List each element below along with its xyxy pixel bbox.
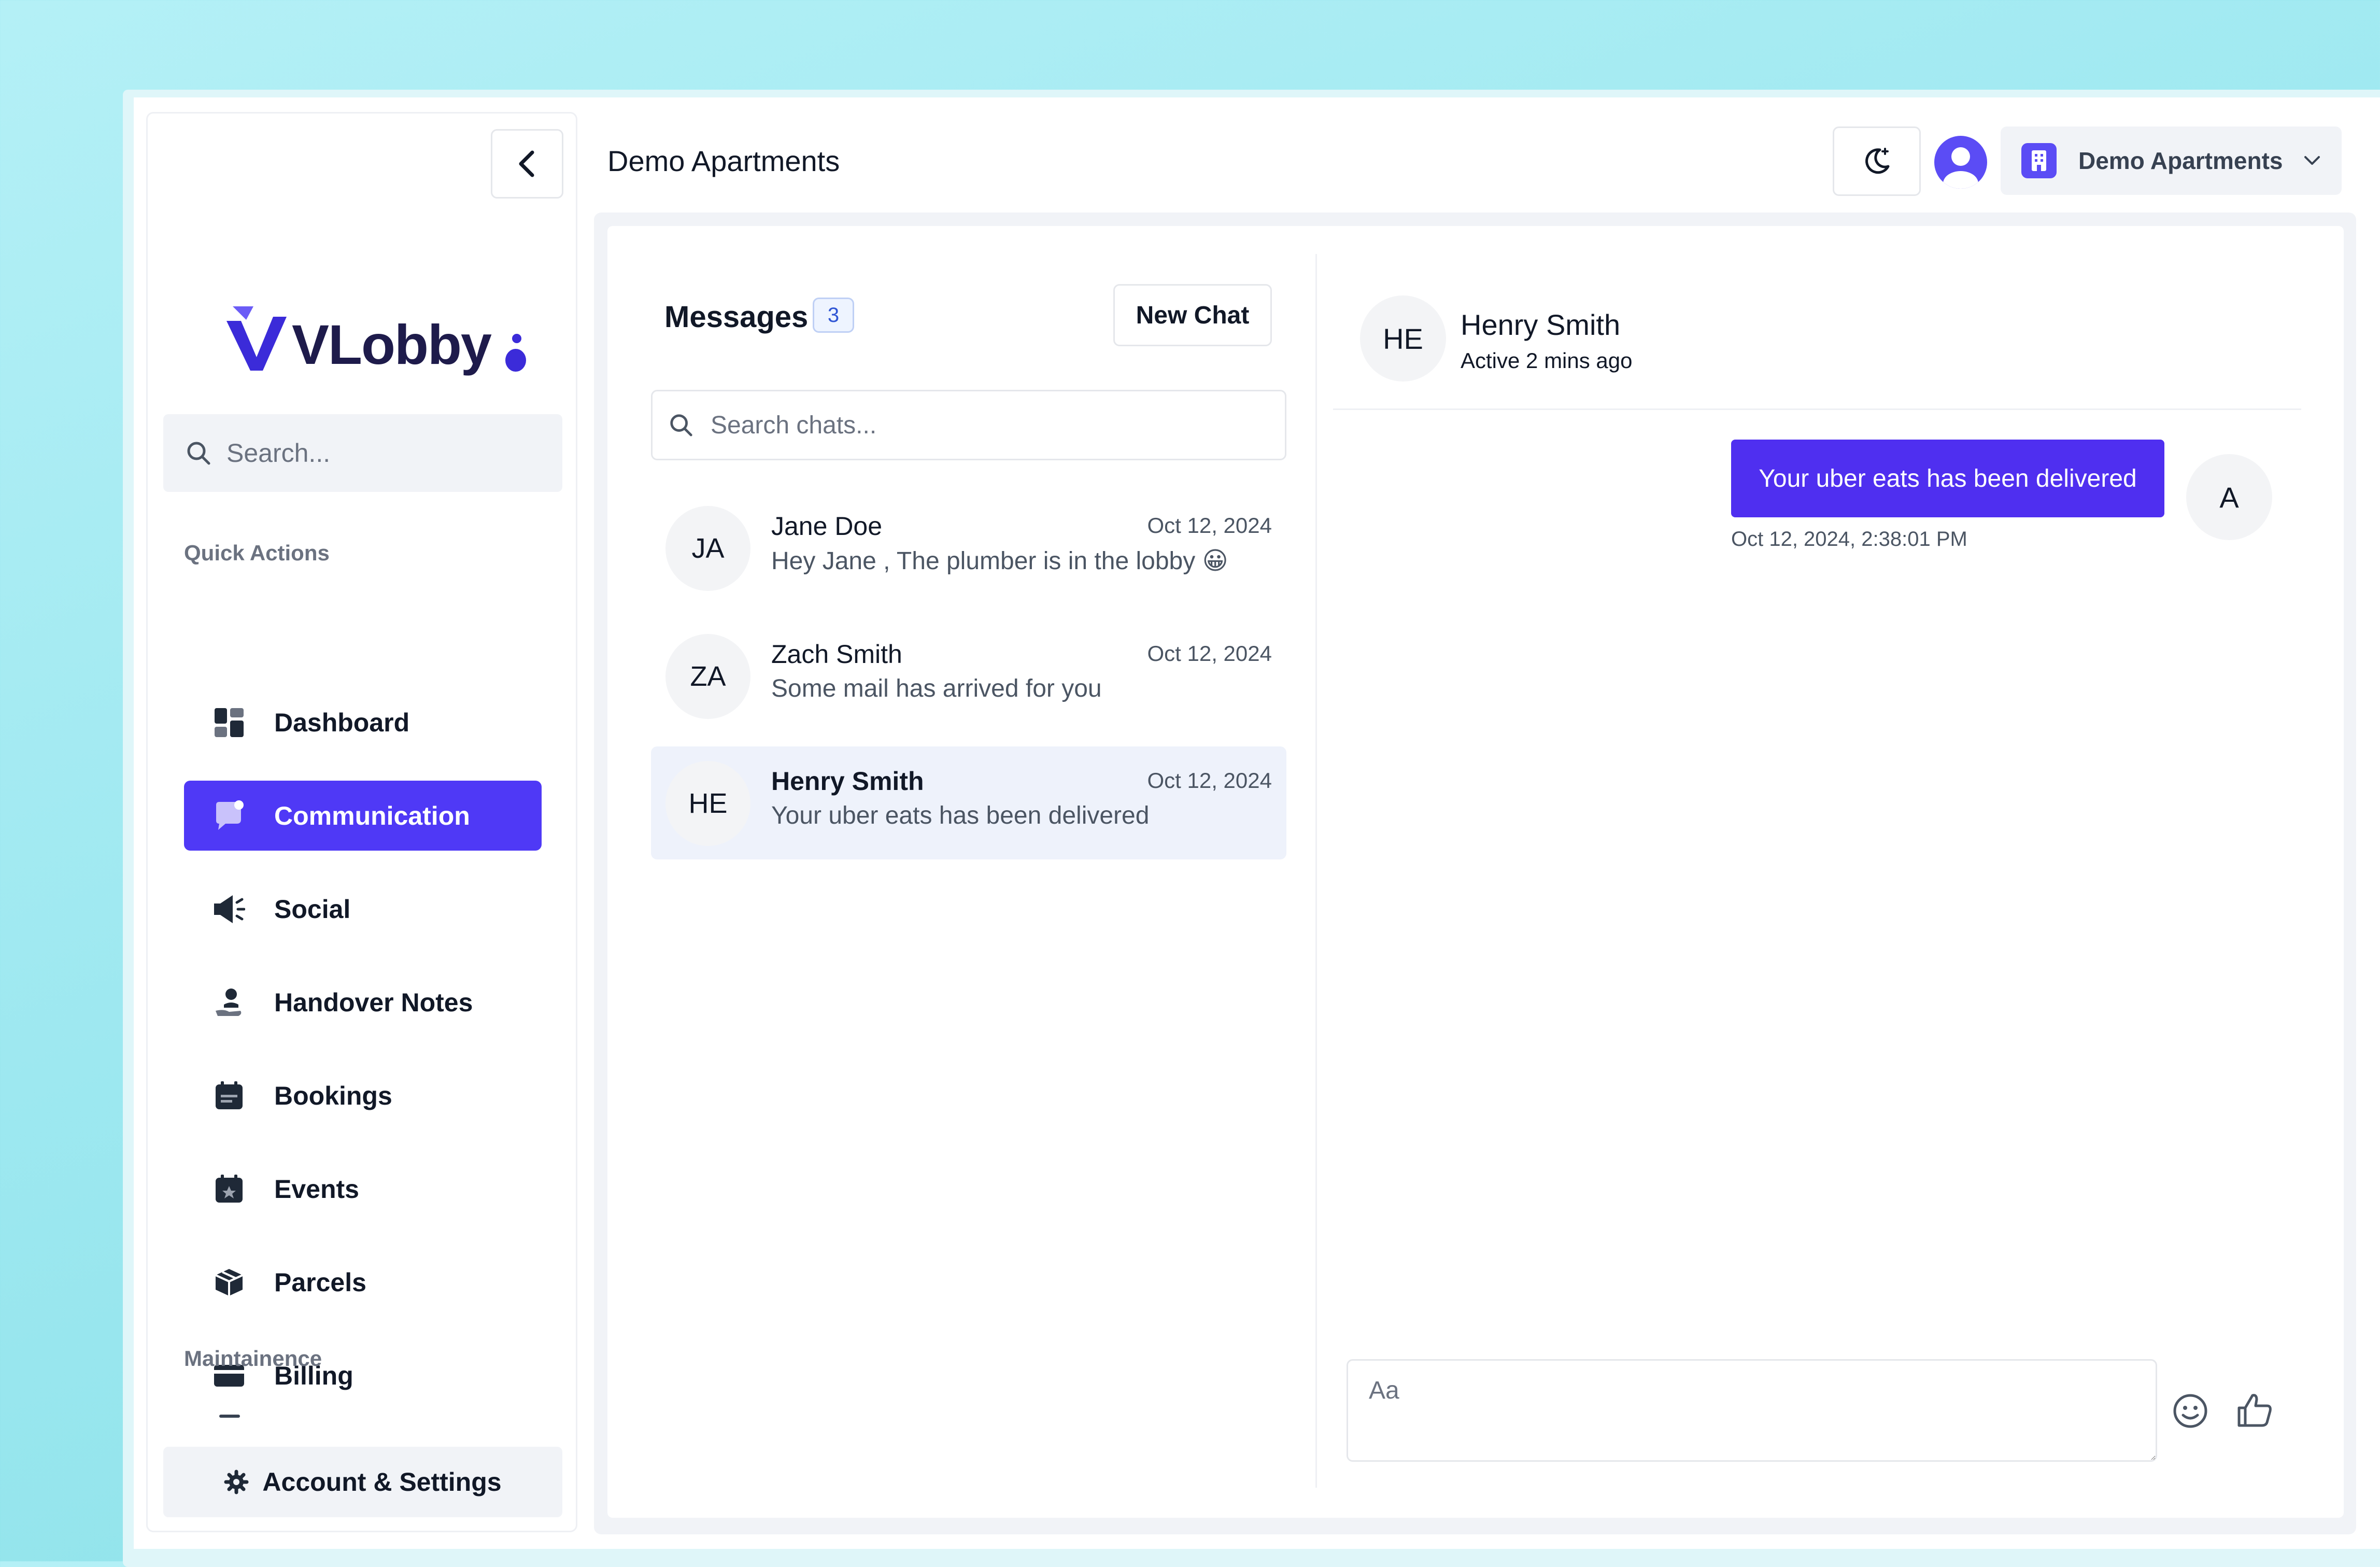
chat-date: Oct 12, 2024: [1147, 768, 1272, 793]
sidebar-search-input[interactable]: [225, 437, 539, 469]
conversation-name: Henry Smith: [1461, 308, 1621, 341]
sidebar-item-bookings[interactable]: Bookings: [184, 1061, 542, 1131]
sidebar-search[interactable]: [163, 414, 562, 492]
chat-search-input[interactable]: [710, 410, 1230, 440]
org-selector-label: Demo Apartments: [2078, 147, 2283, 174]
maintenance-icon-partial: [219, 1415, 240, 1418]
sidebar-item-social[interactable]: Social: [184, 874, 542, 944]
message-timestamp: Oct 12, 2024, 2:38:01 PM: [1731, 528, 1967, 550]
chat-preview: Some mail has arrived for you: [771, 675, 1102, 702]
sidebar-item-label: Dashboard: [274, 708, 410, 737]
chevron-down-icon: [2304, 156, 2320, 165]
chat-list-item[interactable]: JA Jane Doe Oct 12, 2024 Hey Jane , The …: [651, 491, 1286, 604]
gear-icon: [224, 1470, 249, 1494]
person-hand-icon: [213, 986, 245, 1019]
maintenance-label: Maintainence: [184, 1346, 322, 1371]
org-selector[interactable]: Demo Apartments: [2001, 126, 2342, 195]
smiley-icon[interactable]: [2172, 1392, 2209, 1430]
vlobby-logo: VLobby: [225, 279, 528, 373]
panel-divider: [1315, 254, 1317, 1488]
sidebar-item-handover-notes[interactable]: Handover Notes: [184, 967, 542, 1037]
quick-actions-label: Quick Actions: [184, 541, 330, 565]
sidebar: VLobby Quick Actions Dashboard Communica…: [146, 112, 577, 1532]
sidebar-item-label: Bookings: [274, 1081, 392, 1110]
chat-avatar: ZA: [665, 634, 750, 719]
package-icon: [213, 1266, 245, 1298]
user-icon: [1943, 147, 1978, 189]
thumbs-up-icon[interactable]: [2235, 1390, 2274, 1430]
account-settings-button[interactable]: Account & Settings: [163, 1447, 562, 1517]
sender-avatar: A: [2186, 454, 2272, 540]
calendar-star-icon: [213, 1173, 245, 1205]
sidebar-item-communication[interactable]: Communication: [184, 781, 542, 851]
search-icon: [670, 414, 692, 436]
sidebar-item-label: Social: [274, 894, 351, 924]
sidebar-item-label: Events: [274, 1174, 359, 1204]
account-settings-label: Account & Settings: [262, 1467, 502, 1497]
chat-preview: Hey Jane , The plumber is in the lobby 😀: [771, 547, 1228, 575]
megaphone-icon: [213, 893, 245, 925]
logo-text: VLobby: [292, 313, 492, 376]
messages-count-badge: 3: [813, 298, 854, 333]
chat-avatar: HE: [665, 761, 750, 846]
search-icon: [187, 442, 210, 465]
conversation-divider: [1333, 408, 2301, 410]
chat-name: Zach Smith: [771, 640, 902, 669]
chat-preview: Your uber eats has been delivered: [771, 802, 1150, 829]
logo-mark-icon: [226, 306, 287, 371]
page-title: Demo Apartments: [607, 145, 840, 177]
message-bubble: Your uber eats has been delivered: [1731, 440, 2164, 517]
theme-toggle-button[interactable]: [1833, 126, 1921, 196]
message-composer[interactable]: [1347, 1359, 2157, 1462]
conversation-status: Active 2 mins ago: [1461, 348, 1633, 373]
chat-date: Oct 12, 2024: [1147, 513, 1272, 538]
user-avatar[interactable]: [1934, 136, 1987, 189]
chat-search[interactable]: [651, 390, 1286, 460]
sidebar-item-label: Communication: [274, 801, 470, 830]
chat-list-item[interactable]: ZA Zach Smith Oct 12, 2024 Some mail has…: [651, 619, 1286, 732]
sidebar-item-label: Parcels: [274, 1267, 366, 1297]
sidebar-item-events[interactable]: Events: [184, 1154, 542, 1224]
conversation-avatar: HE: [1360, 295, 1446, 382]
sidebar-item-label: Handover Notes: [274, 987, 473, 1017]
messages-title: Messages: [664, 300, 809, 334]
chat-date: Oct 12, 2024: [1147, 641, 1272, 666]
building-icon: [2021, 143, 2057, 178]
chat-avatar: JA: [665, 506, 750, 591]
sidebar-item-dashboard[interactable]: Dashboard: [184, 687, 542, 757]
chevron-left-icon: [519, 150, 534, 177]
dashboard-icon: [213, 707, 245, 739]
collapse-sidebar-button[interactable]: [491, 129, 563, 199]
chat-bubble-icon: [213, 800, 245, 832]
calendar-icon: [213, 1080, 245, 1112]
chat-name: Jane Doe: [771, 512, 883, 541]
chat-list-item-selected[interactable]: HE Henry Smith Oct 12, 2024 Your uber ea…: [651, 746, 1286, 859]
chat-name: Henry Smith: [771, 767, 924, 796]
moon-icon: [1865, 148, 1890, 174]
sidebar-item-parcels[interactable]: Parcels: [184, 1247, 542, 1317]
logo-dot-icon: [505, 334, 526, 372]
new-chat-button[interactable]: New Chat: [1113, 284, 1272, 346]
